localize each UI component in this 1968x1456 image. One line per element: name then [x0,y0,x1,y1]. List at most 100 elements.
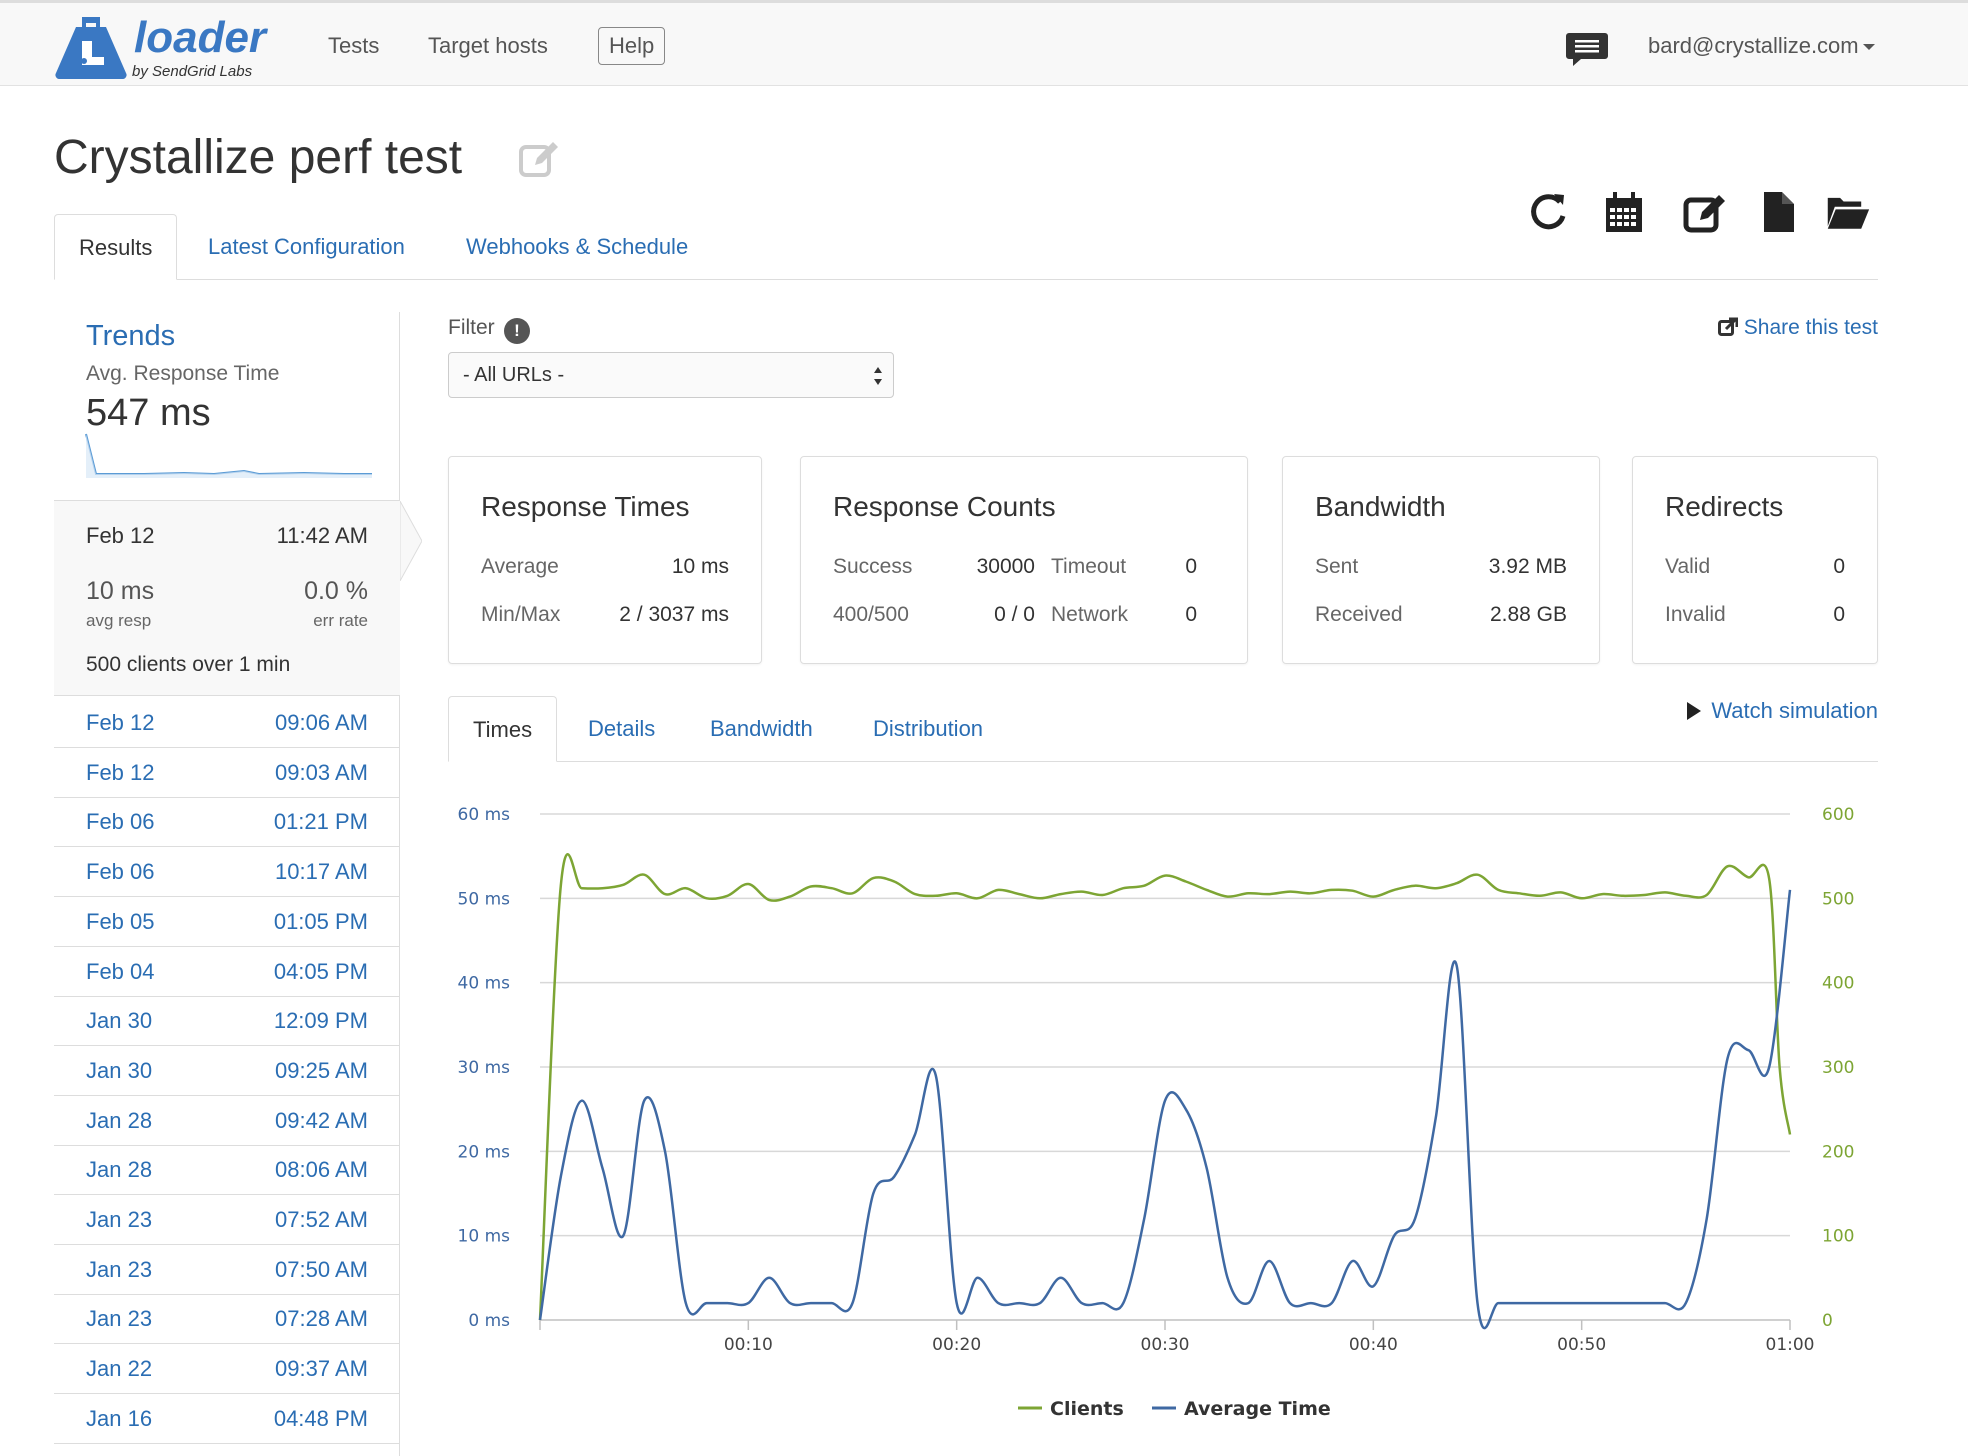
run-list-item[interactable]: Jan 30 09:25 AM [54,1046,400,1096]
trends-label: Avg. Response Time [86,362,280,385]
run-list-item[interactable]: Feb 12 09:03 AM [54,748,400,798]
run-list-item[interactable]: Feb 06 01:21 PM [54,797,400,848]
result-tabs: Results Latest Configuration Webhooks & … [54,214,1878,280]
run-date: Feb 05 [86,908,155,934]
watch-simulation-link[interactable]: Watch simulation [1687,698,1878,724]
trends-title[interactable]: Trends [86,320,175,353]
chart-tab-times[interactable]: Times [448,696,558,762]
nav-help-button[interactable]: Help [598,27,666,65]
run-time: 10:17 AM [275,859,368,885]
x-tick-label: 00:50 [1557,1335,1606,1355]
chart-tab-details[interactable]: Details [588,696,655,762]
run-date: Jan 23 [86,1207,153,1232]
stat-label: Received [1315,603,1403,626]
run-time: 07:50 AM [275,1256,368,1282]
run-list-item[interactable]: Jan 30 12:09 PM [54,996,400,1047]
y-right-tick-label: 100 [1822,1227,1854,1247]
panel-title: Response Counts [833,491,1056,522]
run-list-item[interactable]: Jan 28 08:06 AM [54,1145,400,1196]
chart-tabs: Times Details Bandwidth Distribution [448,696,1878,762]
play-icon [1687,702,1702,720]
response-time-chart: 0 ms 0 10 ms 100 20 ms 200 30 ms 300 40 ms 400 50 … [458,805,1855,1420]
run-list-item[interactable]: Feb 05 01:05 PM [54,897,400,947]
run-time: 09:37 AM [275,1356,368,1382]
run-time: 07:28 AM [275,1306,368,1332]
tab-latest-configuration[interactable]: Latest Configuration [208,214,405,280]
run-time: 04:05 PM [273,958,368,984]
top-navbar: loader by SendGrid Labs Tests Target hos… [0,0,1968,86]
y-left-tick-label: 30 ms [458,1058,511,1078]
run-list-item[interactable]: Feb 12 09:06 AM [54,698,400,748]
nav-target-hosts[interactable]: Target hosts [428,33,548,59]
share-icon [1717,317,1738,336]
run-date: Jan 28 [86,1107,153,1133]
stat-label: Valid [1665,555,1711,578]
run-date: Jan 22 [86,1356,153,1382]
run-date: Jan 30 [86,1008,153,1034]
user-menu[interactable]: bard@crystallize.com [1648,33,1875,59]
y-right-tick-label: 300 [1822,1058,1854,1078]
y-left-tick-label: 60 ms [458,805,511,825]
current-avg-resp-label: avg resp [86,611,152,630]
x-tick-label: 00:10 [724,1335,773,1355]
x-tick-label: 00:20 [932,1335,981,1355]
stat-value: 2 / 3037 ms [619,603,729,626]
loader-logo-icon [55,17,127,79]
run-list-item[interactable]: Jan 23 07:28 AM [54,1294,400,1345]
run-list-item[interactable]: Jan 28 09:42 AM [54,1096,400,1146]
stat-value: 2.88 GB [1489,603,1567,626]
page-title: Crystallize perf test [54,131,463,184]
run-date: Jan 23 [86,1256,153,1282]
stat-label: Sent [1315,555,1359,578]
trends-sparkline [85,433,372,478]
run-list-item[interactable]: Jan 16 04:48 PM [54,1394,400,1444]
stat-value: 0 [1185,603,1197,626]
y-left-tick-label: 0 ms [468,1311,510,1331]
select-arrows-icon [874,367,882,385]
run-list-item[interactable]: Jan 22 09:37 AM [54,1344,400,1395]
chart-tab-distribution[interactable]: Distribution [873,696,983,762]
panel-title: Bandwidth [1315,491,1446,522]
redirects-panel: Redirects Valid 0 Invalid 0 [1632,456,1878,664]
y-left-tick-label: 40 ms [458,974,511,994]
run-time: 01:05 PM [273,908,368,934]
share-test-link[interactable]: Share this test [1717,316,1878,340]
stat-value: 0 [1185,555,1197,578]
chevron-down-icon [1862,44,1875,51]
response-counts-panel: Response Counts Success 30000 Timeout 0 … [800,456,1248,664]
stat-label: Min/Max [481,603,561,626]
chat-icon[interactable] [1566,31,1608,67]
run-list-item[interactable]: Feb 06 10:17 AM [54,847,400,898]
url-filter-select[interactable]: - All URLs - [448,352,894,398]
run-time: 09:42 AM [275,1107,368,1133]
current-run[interactable]: Feb 12 11:42 AM 10 ms avg resp 0.0 % err… [54,500,422,696]
run-time: 01:21 PM [273,809,368,835]
nav-tests[interactable]: Tests [328,33,379,59]
stat-value: 0 [1833,603,1845,626]
y-right-tick-label: 600 [1822,805,1854,825]
run-date: Feb 12 [86,759,155,785]
edit-title-icon[interactable] [518,138,560,180]
current-run-date: Feb 12 [86,523,155,548]
run-time: 09:03 AM [275,759,368,785]
stat-value: 0 [1833,555,1845,578]
loader-logo[interactable]: loader by SendGrid Labs [52,13,282,83]
tab-webhooks-schedule[interactable]: Webhooks & Schedule [466,214,688,280]
response-times-panel: Response Times Average 10 ms Min/Max 2 /… [448,456,762,664]
stat-value: 30000 [976,555,1035,578]
x-tick-label: 01:00 [1766,1335,1815,1355]
run-list-item[interactable]: Feb 04 04:05 PM [54,947,400,997]
chart-tab-bandwidth[interactable]: Bandwidth [710,696,813,762]
stat-value: 3.92 MB [1488,555,1567,578]
current-clients-summary: 500 clients over 1 min [86,653,291,676]
info-icon[interactable]: ! [504,318,530,344]
stat-label: Success [833,555,913,578]
run-list-item[interactable]: Jan 23 07:50 AM [54,1245,400,1295]
run-date: Jan 30 [86,1057,153,1083]
stat-value: 0 / 0 [994,603,1035,626]
run-list-item[interactable]: Jan 23 07:52 AM [54,1195,400,1245]
logo-wordmark: loader [134,13,267,62]
y-left-tick-label: 50 ms [458,889,511,909]
tab-results[interactable]: Results [54,214,178,280]
run-date: Feb 06 [86,809,155,835]
